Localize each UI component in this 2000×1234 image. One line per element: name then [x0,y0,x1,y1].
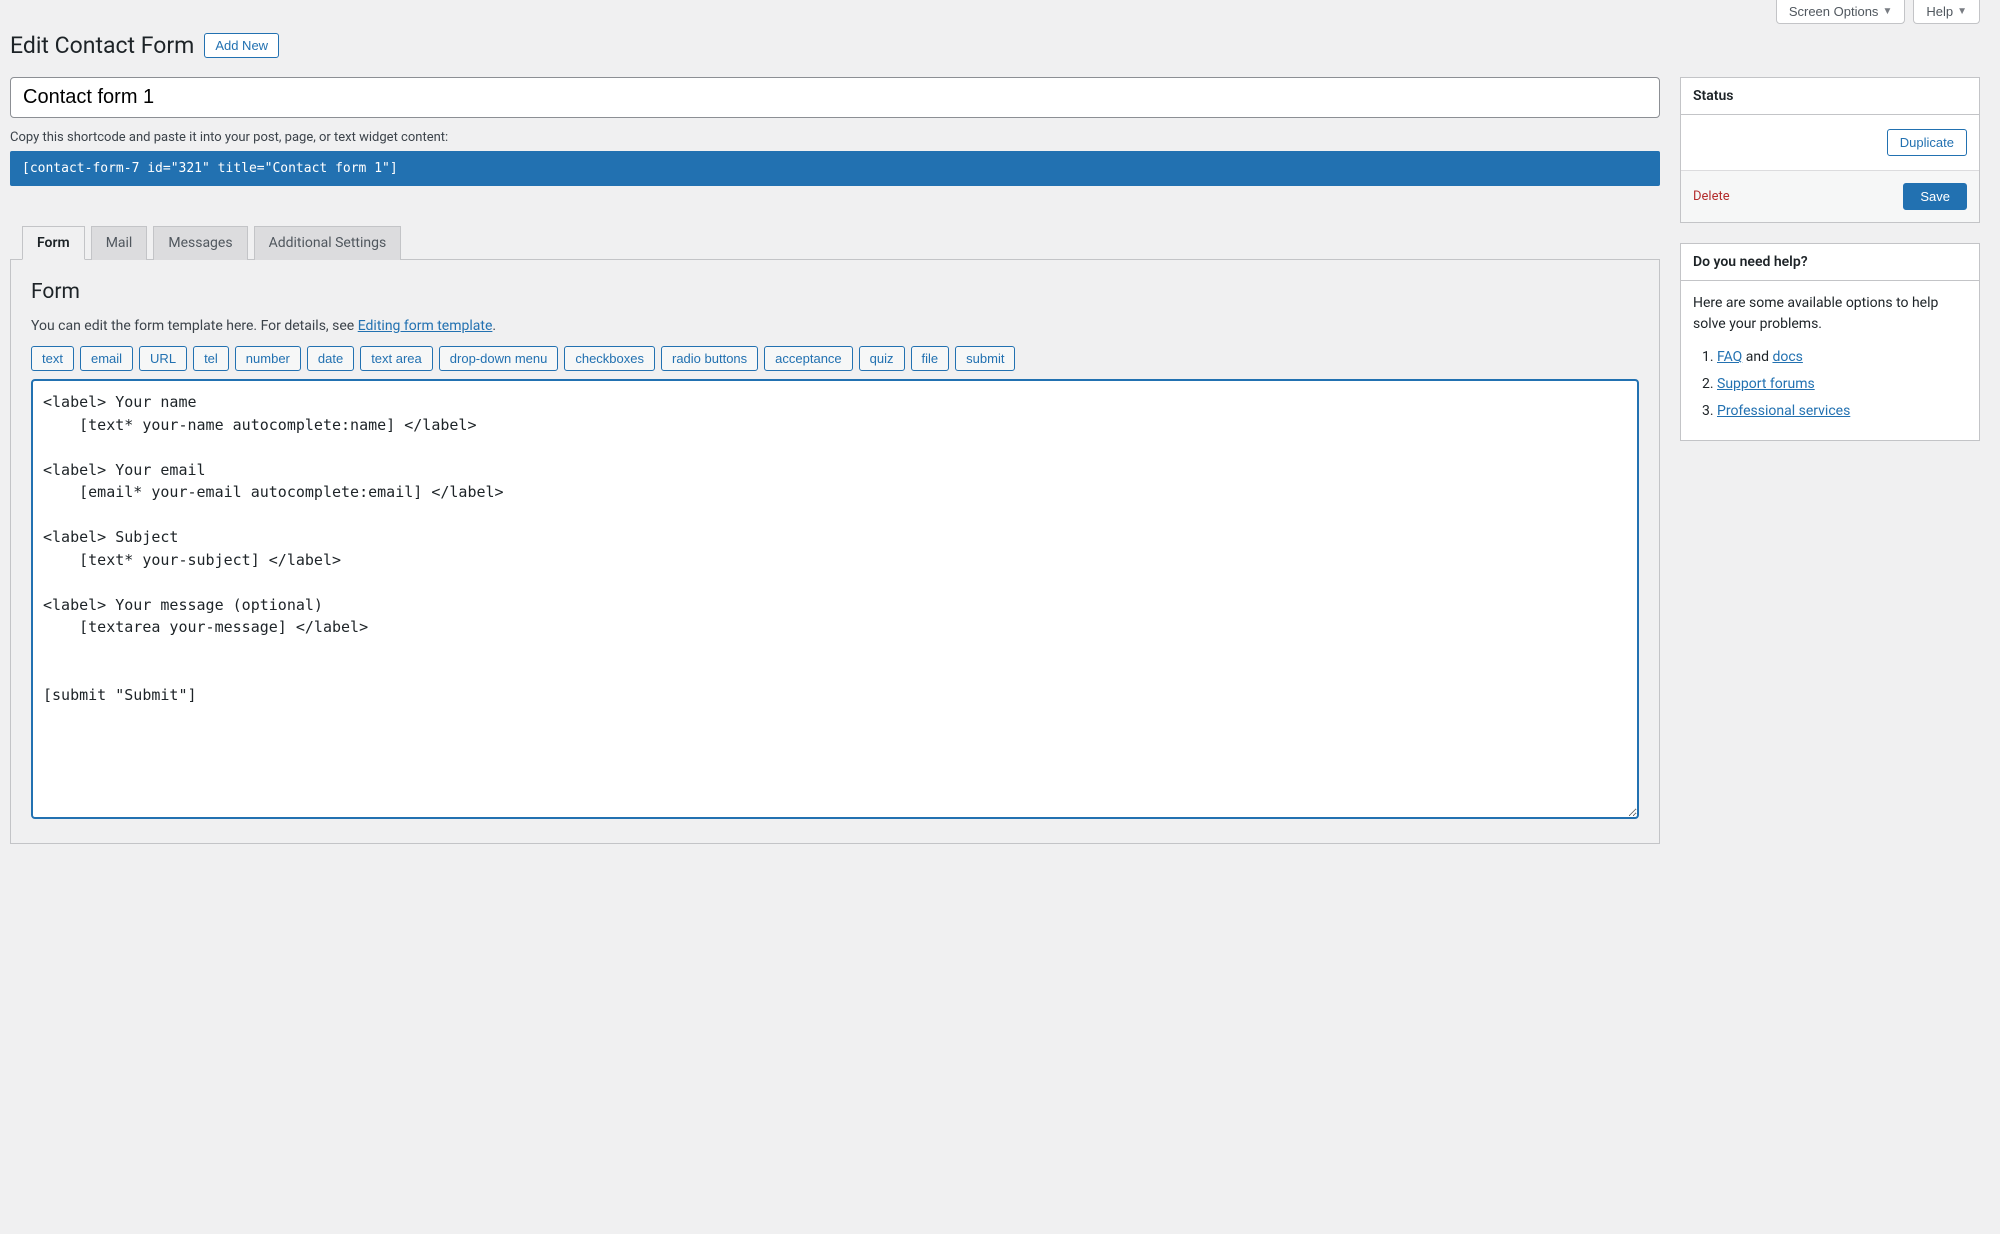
tag-radio-button[interactable]: radio buttons [661,346,758,371]
tag-url-button[interactable]: URL [139,346,187,371]
tag-acceptance-button[interactable]: acceptance [764,346,853,371]
list-item: Professional services [1717,401,1967,422]
form-title-input[interactable] [10,77,1660,118]
duplicate-button[interactable]: Duplicate [1887,129,1967,156]
help-links-list: FAQ and docs Support forums Professional… [1693,347,1967,422]
list-item: Support forums [1717,374,1967,395]
docs-link[interactable]: docs [1772,349,1802,365]
faq-link[interactable]: FAQ [1717,349,1742,365]
status-box-title: Status [1681,78,1979,115]
list-item: FAQ and docs [1717,347,1967,368]
form-panel: Form You can edit the form template here… [10,259,1660,844]
tag-submit-button[interactable]: submit [955,346,1015,371]
professional-services-link[interactable]: Professional services [1717,403,1850,419]
tag-checkboxes-button[interactable]: checkboxes [564,346,655,371]
screen-options-label: Screen Options [1789,4,1879,19]
tag-number-button[interactable]: number [235,346,301,371]
tab-additional-settings[interactable]: Additional Settings [254,226,402,260]
help-box-title: Do you need help? [1681,244,1979,281]
tag-text-button[interactable]: text [31,346,74,371]
status-box: Status Duplicate Delete Save [1680,77,1980,223]
tag-dropdown-button[interactable]: drop-down menu [439,346,559,371]
tab-form[interactable]: Form [22,226,85,260]
chevron-down-icon: ▼ [1882,6,1892,17]
tab-messages[interactable]: Messages [153,226,247,260]
delete-link[interactable]: Delete [1693,189,1730,204]
tag-tel-button[interactable]: tel [193,346,229,371]
editor-tabs: Form Mail Messages Additional Settings [10,226,1660,260]
panel-description: You can edit the form template here. For… [31,318,1639,334]
tab-mail[interactable]: Mail [91,226,148,260]
page-title: Edit Contact Form [10,32,194,59]
help-button[interactable]: Help ▼ [1913,0,1980,24]
form-template-textarea[interactable] [31,379,1639,819]
editing-template-link[interactable]: Editing form template [358,318,493,334]
shortcode-instruction: Copy this shortcode and paste it into yo… [10,130,1660,145]
tag-file-button[interactable]: file [911,346,950,371]
save-button[interactable]: Save [1903,183,1967,210]
tag-email-button[interactable]: email [80,346,133,371]
tag-textarea-button[interactable]: text area [360,346,433,371]
chevron-down-icon: ▼ [1957,6,1967,17]
help-label: Help [1926,4,1953,19]
panel-heading: Form [31,280,1639,304]
help-box: Do you need help? Here are some availabl… [1680,243,1980,441]
support-forums-link[interactable]: Support forums [1717,376,1815,392]
help-box-text: Here are some available options to help … [1693,293,1967,335]
tag-generator-buttons: text email URL tel number date text area… [31,346,1639,371]
screen-options-button[interactable]: Screen Options ▼ [1776,0,1906,24]
tag-quiz-button[interactable]: quiz [859,346,905,371]
add-new-button[interactable]: Add New [204,33,279,58]
tag-date-button[interactable]: date [307,346,354,371]
shortcode-display[interactable]: [contact-form-7 id="321" title="Contact … [10,151,1660,186]
